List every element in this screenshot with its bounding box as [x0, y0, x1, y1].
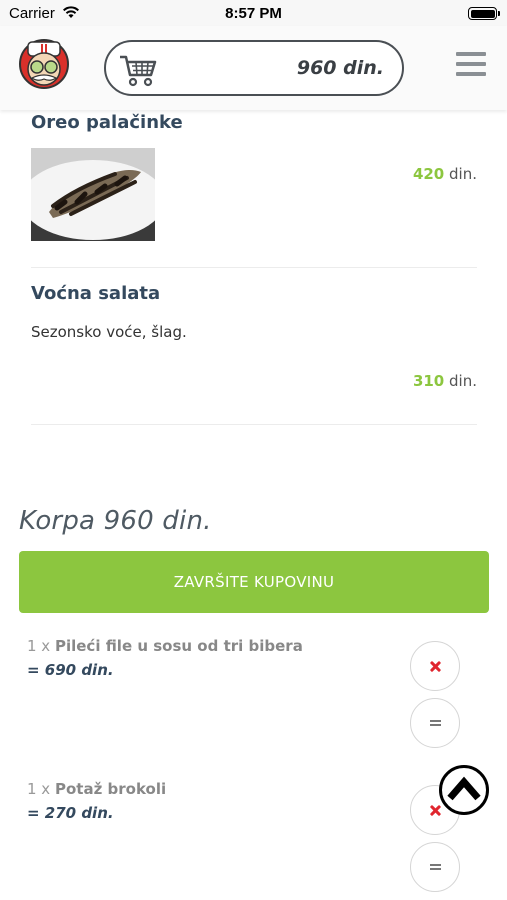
chevron-up-icon	[447, 776, 481, 801]
cart-item-quantity: 1 x	[27, 780, 51, 798]
product-title: Voćna salata	[31, 283, 161, 304]
divider	[31, 267, 477, 268]
cart-item-name: Potaž brokoli	[54, 780, 167, 798]
edit-item-button[interactable]	[410, 842, 460, 892]
cart-heading: Korpa 960 din.	[19, 506, 212, 536]
product-price: 420 din.	[413, 165, 477, 183]
status-bar: Carrier 8:57 PM	[0, 0, 507, 26]
cart-item-quantity: 1 x	[27, 637, 51, 655]
edit-item-button[interactable]	[410, 698, 460, 748]
battery-icon	[468, 7, 500, 20]
cart-item-name: Pileći file u sosu od tri bibera	[54, 637, 303, 655]
hamburger-menu-icon[interactable]	[456, 52, 486, 76]
cart-summary-button[interactable]: 960 din.	[104, 40, 404, 96]
product-price: 310 din.	[413, 372, 477, 390]
chef-logo-icon[interactable]	[18, 38, 70, 90]
product-title: Oreo palačinke	[31, 112, 183, 133]
clock: 8:57 PM	[225, 5, 282, 22]
checkout-button[interactable]: ZAVRŠITE KUPOVINU	[19, 551, 489, 613]
product-card[interactable]: Oreo palačinke 420 din.	[31, 112, 477, 252]
product-card[interactable]: Voćna salata Sezonsko voće, šlag. 310 di…	[31, 283, 477, 403]
scroll-to-top-button[interactable]	[439, 765, 489, 815]
price-currency: din.	[449, 372, 477, 390]
cart-total-label: 960 din.	[296, 57, 384, 79]
price-currency: din.	[449, 165, 477, 183]
price-amount: 420	[412, 165, 445, 183]
price-amount: 310	[412, 372, 445, 390]
product-description: Sezonsko voće, šlag.	[31, 323, 187, 341]
divider	[31, 424, 477, 425]
app-header: 960 din.	[0, 26, 507, 110]
remove-item-button[interactable]	[410, 641, 460, 691]
product-image	[31, 148, 155, 241]
shopping-cart-icon	[120, 55, 157, 87]
